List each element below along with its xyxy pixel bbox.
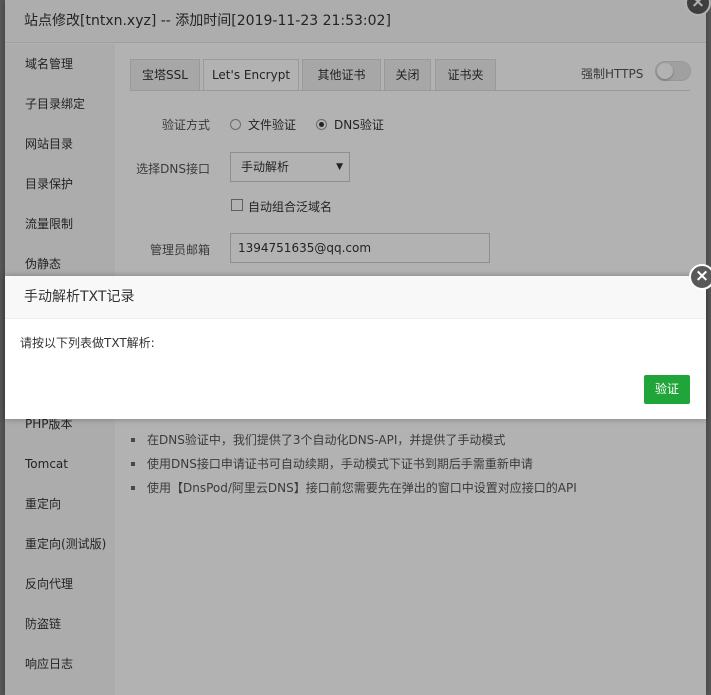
- txt-record-dialog: 手动解析TXT记录 请按以下列表做TXT解析: 验证 ×: [5, 264, 711, 419]
- dialog-title: 手动解析TXT记录: [5, 276, 706, 319]
- dialog-close-icon[interactable]: ×: [689, 264, 711, 290]
- verify-button[interactable]: 验证: [644, 375, 690, 404]
- dialog-body-text: 请按以下列表做TXT解析:: [20, 336, 155, 350]
